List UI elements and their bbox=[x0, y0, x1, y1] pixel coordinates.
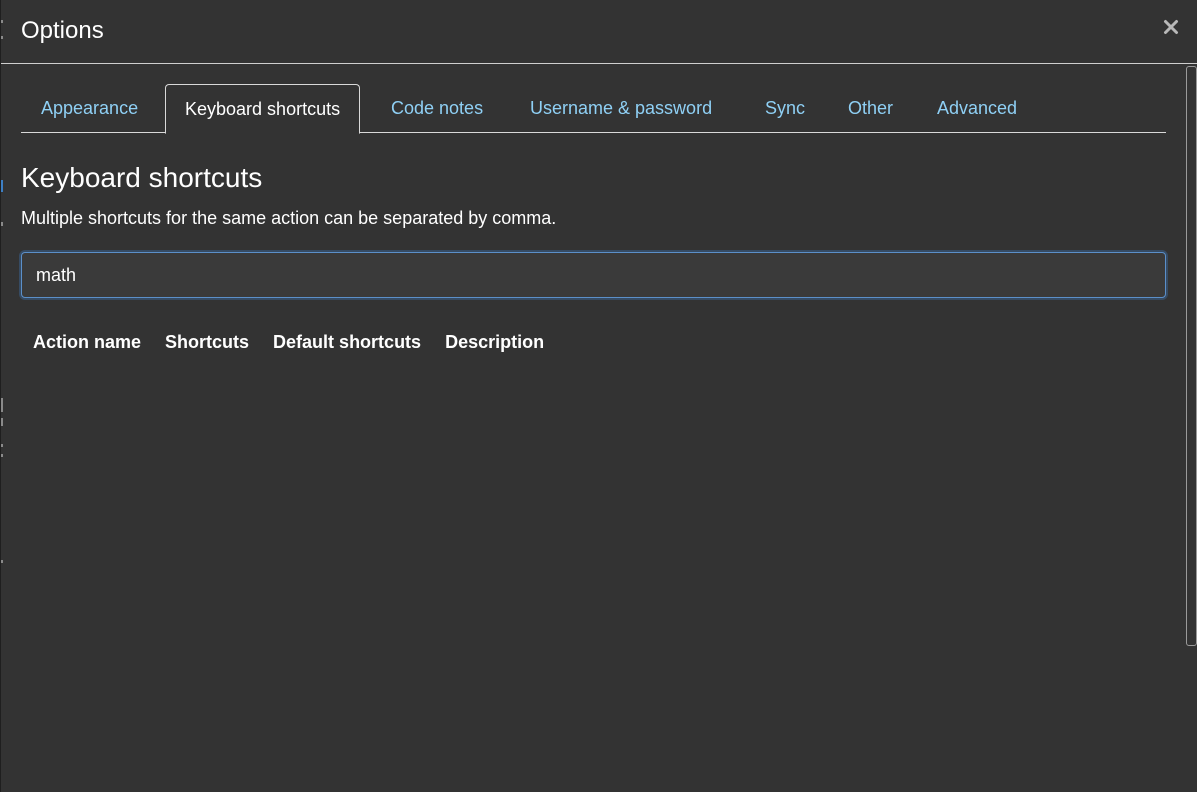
dialog-title: Options bbox=[21, 17, 104, 44]
tab-sync[interactable]: Sync bbox=[765, 84, 805, 133]
tab-appearance[interactable]: Appearance bbox=[41, 84, 138, 133]
close-button[interactable] bbox=[1160, 14, 1182, 40]
tab-username-password[interactable]: Username & password bbox=[530, 84, 712, 133]
column-header-default-shortcuts: Default shortcuts bbox=[273, 332, 422, 352]
dialog-header: Options bbox=[1, 0, 1197, 64]
close-icon bbox=[1164, 20, 1178, 34]
shortcut-filter-input[interactable] bbox=[21, 252, 1166, 298]
tab-other[interactable]: Other bbox=[848, 84, 893, 133]
column-header-description: Description bbox=[445, 332, 545, 352]
tab-keyboard-shortcuts[interactable]: Keyboard shortcuts bbox=[165, 84, 361, 134]
scrollbar[interactable] bbox=[1186, 66, 1197, 646]
tab-code-notes[interactable]: Code notes bbox=[391, 84, 483, 133]
tab-advanced[interactable]: Advanced bbox=[937, 84, 1017, 133]
section-description: Multiple shortcuts for the same action c… bbox=[21, 208, 557, 228]
section-title: Keyboard shortcuts bbox=[21, 162, 263, 193]
column-header-shortcuts: Shortcuts bbox=[165, 332, 250, 352]
options-dialog: Options Appearance Keyboard shortcuts Co… bbox=[0, 0, 1197, 792]
dialog-body: Appearance Keyboard shortcuts Code notes… bbox=[1, 65, 1197, 792]
shortcuts-table-header: Action name Shortcuts Default shortcuts … bbox=[21, 329, 556, 355]
tab-bar: Appearance Keyboard shortcuts Code notes… bbox=[21, 84, 1166, 134]
column-header-action-name: Action name bbox=[33, 332, 142, 352]
